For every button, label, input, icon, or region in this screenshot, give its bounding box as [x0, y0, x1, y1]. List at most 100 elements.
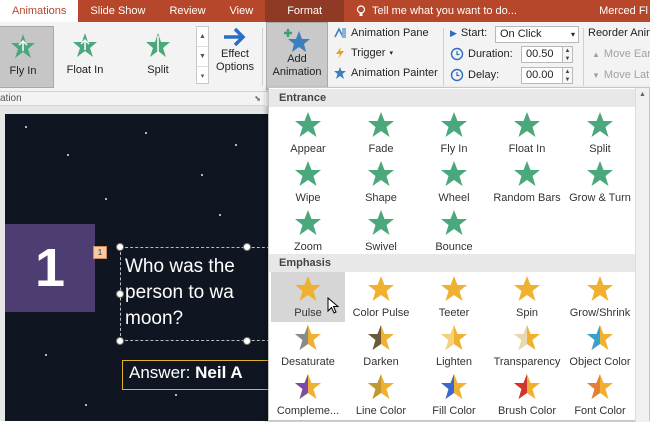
user-name[interactable]: Merced Fl	[599, 0, 648, 22]
tab-format[interactable]: Format	[265, 0, 345, 22]
move-earlier-button[interactable]: ▲ Move Earl	[592, 48, 650, 60]
ribbon-animations: Fly In Float In Split ▲ ▼ ▾ Effect Optio…	[0, 22, 650, 92]
option-label: Grow & Turn	[569, 192, 631, 204]
gallery-split[interactable]: Split	[134, 26, 182, 88]
option-label: Color Pulse	[352, 307, 410, 319]
emphasis-option-grow-shrink[interactable]: Grow/Shrink	[563, 272, 637, 322]
question-line: person to wa	[125, 282, 234, 303]
emphasis-option-spin[interactable]: Spin	[490, 272, 564, 322]
emphasis-option-lighten[interactable]: Lighten	[417, 321, 491, 371]
entrance-option-fade[interactable]: Fade	[344, 108, 418, 158]
emphasis-option-desaturate[interactable]: Desaturate	[271, 321, 345, 371]
resize-handle[interactable]	[243, 337, 251, 345]
option-label: Transparency	[493, 356, 561, 368]
option-label: Wipe	[295, 192, 321, 204]
entrance-star-icon	[587, 161, 613, 186]
arrow-right-icon	[224, 27, 246, 47]
emphasis-star-icon	[295, 276, 321, 301]
play-icon: ▶	[450, 27, 457, 38]
star-dot	[105, 198, 107, 200]
answer-prefix: Answer:	[129, 363, 191, 382]
entrance-option-swivel[interactable]: Swivel	[344, 206, 418, 256]
emphasis-option-transparency[interactable]: Transparency	[490, 321, 564, 371]
question-line: moon?	[125, 308, 184, 329]
trigger-button[interactable]: Trigger ▾	[333, 46, 393, 60]
entrance-option-shape[interactable]: Shape	[344, 157, 418, 207]
more-icon[interactable]: ▾	[197, 67, 208, 86]
entrance-option-wipe[interactable]: Wipe	[271, 157, 345, 207]
emphasis-option-color-pulse[interactable]: Color Pulse	[344, 272, 418, 322]
gallery-scroll-buttons[interactable]: ▲ ▼ ▾	[196, 26, 209, 84]
resize-handle[interactable]	[116, 290, 124, 298]
resize-handle[interactable]	[116, 243, 124, 251]
dialog-launcher-icon[interactable]: ⬊	[254, 92, 261, 105]
emphasis-option-teeter[interactable]: Teeter	[417, 272, 491, 322]
start-select[interactable]: On Click ▾	[495, 26, 579, 43]
animation-painter-button[interactable]: Animation Painter	[333, 66, 438, 80]
tab-slide-show[interactable]: Slide Show	[78, 0, 157, 22]
entrance-option-split[interactable]: Split	[563, 108, 637, 158]
option-label: Swivel	[365, 241, 397, 253]
resize-handle[interactable]	[116, 337, 124, 345]
star-dot	[201, 174, 203, 176]
add-animation-gallery: Entrance Emphasis Appear Fade Fly In Float …	[268, 87, 650, 422]
move-later-button[interactable]: ▼ Move Lat	[592, 69, 649, 81]
emphasis-star-icon	[441, 276, 467, 301]
gallery-label: Float In	[66, 64, 104, 76]
question-text[interactable]: Who was the person to wa moon?	[125, 254, 235, 332]
lightning-icon	[336, 47, 344, 59]
gallery-scrollbar[interactable]: ▲	[635, 88, 649, 422]
entrance-star-icon	[368, 210, 394, 235]
slide[interactable]: 1 1 Who was the person to wa moon? Answe…	[5, 114, 270, 421]
gallery-label: Split	[147, 64, 169, 76]
duration-spinner[interactable]: ▲ ▼	[563, 46, 573, 63]
entrance-star-icon	[441, 210, 467, 235]
delay-row: Delay:	[450, 68, 499, 82]
effect-options-button[interactable]: Effect Options	[212, 26, 258, 74]
scroll-up-icon[interactable]: ▲	[636, 88, 649, 102]
emphasis-star-icon	[368, 374, 394, 399]
emphasis-option-object-color[interactable]: Object Color	[563, 321, 637, 371]
delay-spinner[interactable]: ▲ ▼	[563, 67, 573, 84]
tab-animations[interactable]: Animations	[0, 0, 79, 22]
entrance-star-icon	[295, 161, 321, 186]
entrance-option-wheel[interactable]: Wheel	[417, 157, 491, 207]
delay-input[interactable]: 00.00	[521, 67, 563, 84]
scroll-down-icon[interactable]: ▼	[197, 47, 208, 67]
add-animation-button[interactable]: Add Animation	[266, 22, 328, 90]
animation-order-tag[interactable]: 1	[93, 246, 107, 259]
emphasis-option-brush-color[interactable]: Brush Color	[490, 370, 564, 420]
entrance-option-bounce[interactable]: Bounce	[417, 206, 491, 256]
entrance-star-icon	[587, 112, 613, 137]
entrance-option-float-in[interactable]: Float In	[490, 108, 564, 158]
tab-review[interactable]: Review	[157, 0, 217, 22]
entrance-option-appear[interactable]: Appear	[271, 108, 345, 158]
gallery-fly-in[interactable]: Fly In	[0, 26, 54, 88]
emphasis-star-icon	[441, 374, 467, 399]
answer-text[interactable]: Answer: Neil A	[129, 363, 243, 383]
duration-input[interactable]: 00.50	[521, 46, 563, 63]
emphasis-star-icon	[295, 325, 321, 350]
entrance-option-zoom[interactable]: Zoom	[271, 206, 345, 256]
option-label: Teeter	[438, 307, 470, 319]
tab-view[interactable]: View	[218, 0, 266, 22]
start-value: On Click	[500, 28, 542, 40]
emphasis-option-compleme[interactable]: Compleme...	[271, 370, 345, 420]
gallery-float-in[interactable]: Float In	[60, 26, 110, 88]
animation-pane-button[interactable]: Animation Pane	[333, 26, 429, 40]
option-label: Zoom	[293, 241, 323, 253]
duration-label: Duration:	[468, 48, 513, 60]
emphasis-option-fill-color[interactable]: Fill Color	[417, 370, 491, 420]
emphasis-option-darken[interactable]: Darken	[344, 321, 418, 371]
scroll-up-icon[interactable]: ▲	[197, 27, 208, 47]
emphasis-option-line-color[interactable]: Line Color	[344, 370, 418, 420]
entrance-option-fly-in[interactable]: Fly In	[417, 108, 491, 158]
animation-pane-icon	[334, 27, 346, 38]
entrance-star-icon	[441, 112, 467, 137]
entrance-option-random-bars[interactable]: Random Bars	[490, 157, 564, 207]
entrance-option-grow-turn[interactable]: Grow & Turn	[563, 157, 637, 207]
tell-me-box[interactable]: Tell me what you want to do...	[344, 5, 517, 17]
emphasis-option-font-color[interactable]: Font Color	[563, 370, 637, 420]
resize-handle[interactable]	[243, 243, 251, 251]
star-dot	[25, 126, 27, 128]
